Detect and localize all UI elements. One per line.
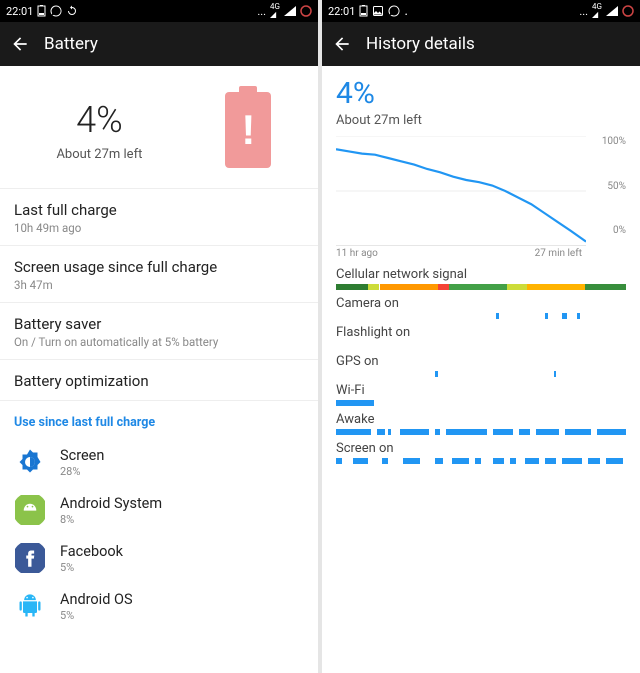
metric-label: Cellular network signal <box>336 267 626 282</box>
battery-low-icon: ! <box>225 92 271 168</box>
whatsapp-icon <box>388 5 400 17</box>
metric-bar <box>336 458 626 464</box>
ring-icon <box>300 5 312 17</box>
metric-bar <box>336 313 626 319</box>
x-label-start: 11 hr ago <box>336 248 378 259</box>
sublabel: 10h 49m ago <box>14 221 304 235</box>
app-item-screen[interactable]: Screen 28% <box>0 438 318 486</box>
app-name: Android System <box>60 495 162 512</box>
metric-label: Flashlight on <box>336 325 626 340</box>
status-bar: 22:01 ... 4G◢ <box>0 0 318 22</box>
more-icon: ... <box>257 5 266 18</box>
ring-icon <box>622 5 634 17</box>
metric-label: Camera on <box>336 296 626 311</box>
metric-label: Screen on <box>336 441 626 456</box>
metric-awake[interactable]: Awake <box>336 412 626 435</box>
dot-icon: . <box>404 3 408 19</box>
y-label-0: 0% <box>613 225 626 236</box>
picture-icon <box>372 5 384 17</box>
app-pct: 5% <box>60 609 133 622</box>
app-pct: 8% <box>60 513 162 526</box>
more-icon: ... <box>579 5 588 18</box>
whatsapp-icon <box>50 5 62 17</box>
network-4g-icon: 4G◢ <box>592 3 602 19</box>
app-header: Battery <box>0 22 318 66</box>
battery-hero: 4% About 27m left ! <box>0 66 318 188</box>
section-title-usage: Use since last full charge <box>0 401 318 438</box>
label: Battery saver <box>14 315 304 333</box>
android-icon <box>14 590 46 622</box>
app-item-facebook[interactable]: Facebook 5% <box>0 534 318 582</box>
sublabel: 3h 47m <box>14 278 304 292</box>
battery-chart: 100% 50% 0% <box>336 136 626 246</box>
metric-label: Awake <box>336 412 626 427</box>
back-icon[interactable] <box>332 34 352 54</box>
page-title: Battery <box>44 34 98 54</box>
metric-wifi[interactable]: Wi-Fi <box>336 383 626 406</box>
metric-label: GPS on <box>336 354 626 369</box>
metric-cellular[interactable]: Cellular network signal <box>336 267 626 290</box>
app-name: Android OS <box>60 591 133 608</box>
metric-screen-on[interactable]: Screen on <box>336 441 626 464</box>
signal-icon <box>284 6 296 16</box>
row-screen-usage[interactable]: Screen usage since full charge 3h 47m <box>0 246 318 302</box>
battery-percentage: 4% <box>10 99 189 141</box>
y-label-50: 50% <box>607 181 626 192</box>
x-label-end: 27 min left <box>535 248 582 259</box>
status-bar: 22:01 . ... 4G◢ <box>322 0 640 22</box>
network-4g-icon: 4G◢ <box>270 3 280 19</box>
label: Last full charge <box>14 201 304 219</box>
row-battery-saver[interactable]: Battery saver On / Turn on automatically… <box>0 303 318 359</box>
metric-bar <box>336 429 626 435</box>
metric-camera[interactable]: Camera on <box>336 296 626 319</box>
sublabel: On / Turn on automatically at 5% battery <box>14 335 304 349</box>
history-details-screen: 22:01 . ... 4G◢ History details 4% About… <box>322 0 640 673</box>
app-item-android-system[interactable]: Android System 8% <box>0 486 318 534</box>
app-item-android-os[interactable]: Android OS 5% <box>0 582 318 630</box>
signal-icon <box>606 6 618 16</box>
back-icon[interactable] <box>10 34 30 54</box>
page-title: History details <box>366 34 475 54</box>
metric-flashlight[interactable]: Flashlight on <box>336 325 626 348</box>
screen-brightness-icon <box>14 446 46 478</box>
battery-status-icon <box>37 5 46 17</box>
app-name: Screen <box>60 447 104 464</box>
metric-bar <box>336 400 626 406</box>
metric-bar <box>336 371 626 377</box>
row-last-full-charge[interactable]: Last full charge 10h 49m ago <box>0 189 318 245</box>
status-time: 22:01 <box>6 5 33 18</box>
android-system-icon <box>14 494 46 526</box>
battery-status-icon <box>359 5 368 17</box>
y-label-100: 100% <box>602 136 626 147</box>
battery-percentage: 4% <box>336 76 626 111</box>
app-header: History details <box>322 22 640 66</box>
status-time: 22:01 <box>328 5 355 18</box>
label: Screen usage since full charge <box>14 258 304 276</box>
battery-remaining: About 27m left <box>336 113 626 128</box>
metric-bar <box>336 284 626 290</box>
battery-remaining: About 27m left <box>10 147 189 162</box>
app-pct: 5% <box>60 561 123 574</box>
battery-screen: 22:01 ... 4G◢ Battery 4% About 27m left … <box>0 0 318 673</box>
row-battery-optimization[interactable]: Battery optimization <box>0 360 318 400</box>
label: Battery optimization <box>14 372 304 390</box>
metric-gps[interactable]: GPS on <box>336 354 626 377</box>
metric-bar <box>336 342 626 348</box>
facebook-icon <box>14 542 46 574</box>
metric-label: Wi-Fi <box>336 383 626 398</box>
sync-icon <box>66 5 78 17</box>
app-pct: 28% <box>60 465 104 478</box>
app-name: Facebook <box>60 543 123 560</box>
